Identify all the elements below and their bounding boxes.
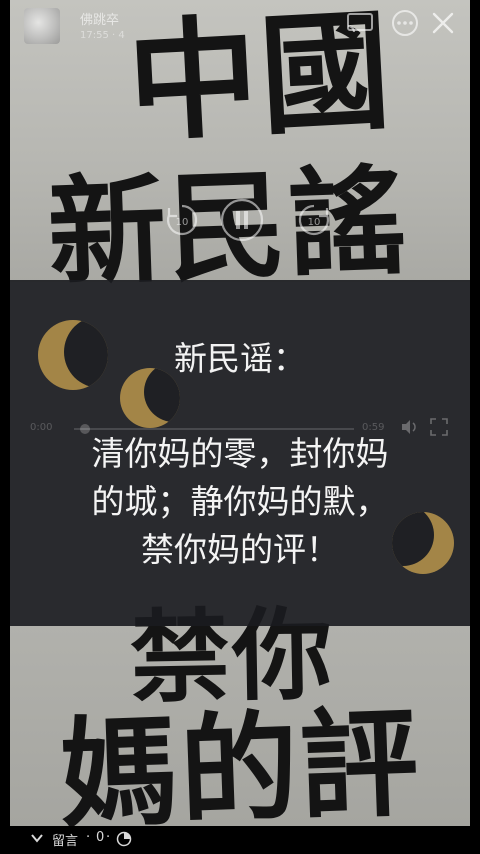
calligraphy-text-line4: 媽的評 xyxy=(57,692,423,826)
video-header: 佛跳卒 17:55 · 4 xyxy=(10,0,470,52)
forward-label: 10 xyxy=(308,217,321,228)
caption-body: 清你妈的零，封你妈 的城；静你妈的默， 禁你妈的评！ xyxy=(40,430,440,574)
user-name[interactable]: 佛跳卒 xyxy=(80,9,119,28)
caption-overlay: 0:00 0:59 新民谣： 清你妈的零，封你妈 的城；静你妈的默， 禁你妈的评… xyxy=(10,280,470,626)
close-icon[interactable] xyxy=(430,10,456,36)
forward-10-icon[interactable]: 10 xyxy=(292,198,336,242)
caption-line: 禁你妈的评！ xyxy=(141,530,339,569)
separator-dot: · xyxy=(106,830,111,845)
post-meta: 17:55 · 4 xyxy=(80,30,125,41)
avatar[interactable] xyxy=(24,8,60,44)
quick-reply-icon[interactable] xyxy=(116,831,132,847)
chevron-down-icon[interactable] xyxy=(30,831,44,845)
play-pause-icon[interactable] xyxy=(218,196,266,244)
comment-count: 0 xyxy=(96,830,105,845)
rewind-label: 10 xyxy=(176,217,189,228)
rewind-10-icon[interactable]: 10 xyxy=(160,198,204,242)
more-icon[interactable] xyxy=(390,8,420,38)
caption-line: 的城；静你妈的默， xyxy=(91,482,389,521)
video-controls: 10 10 xyxy=(10,198,470,254)
comment-label[interactable]: 留言 xyxy=(52,830,78,849)
caption-title: 新民谣： xyxy=(174,339,306,378)
caption-line: 清你妈的零，封你妈 xyxy=(91,434,389,473)
cast-icon[interactable] xyxy=(346,12,374,34)
comment-bar: 留言 · 0 · xyxy=(0,826,480,854)
separator-dot: · xyxy=(86,830,91,845)
